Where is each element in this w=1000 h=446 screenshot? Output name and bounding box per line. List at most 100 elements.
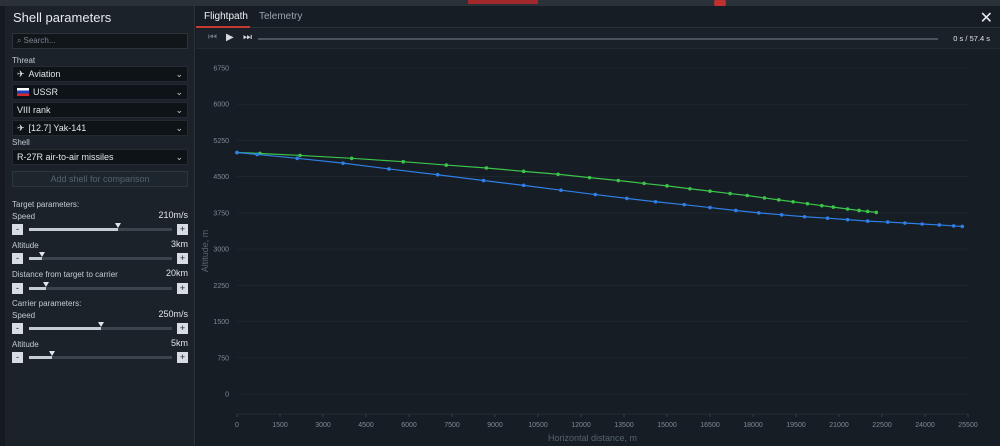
slider-handle[interactable] xyxy=(43,282,50,287)
data-point xyxy=(845,217,850,222)
slider-handle[interactable] xyxy=(114,223,121,228)
x-tick-label: 21000 xyxy=(829,422,849,429)
x-tick-label: 25500 xyxy=(958,422,978,429)
play-icon[interactable]: ▶ xyxy=(226,32,234,43)
target-altitude-plus-button[interactable]: + xyxy=(177,253,188,264)
carrier-speed-slider[interactable] xyxy=(29,322,172,330)
time-total: 57.4 s xyxy=(969,34,990,43)
vehicle-value: [12.7] Yak-141 xyxy=(28,123,87,133)
data-point xyxy=(845,207,850,211)
data-point xyxy=(805,201,810,206)
x-tick-label: 22500 xyxy=(872,422,892,429)
chevron-down-icon: ⌄ xyxy=(175,105,183,115)
x-tick-label: 7500 xyxy=(444,422,460,429)
carrier-speed-label: Speed xyxy=(12,311,36,320)
search-icon: ⌕ xyxy=(17,36,22,45)
slider-handle[interactable] xyxy=(97,322,104,327)
shell-label: Shell xyxy=(12,138,30,147)
data-point xyxy=(387,167,391,171)
data-point xyxy=(825,216,830,221)
target-altitude-label: Altitude xyxy=(12,241,39,250)
carrier-params-label: Carrier parameters: xyxy=(12,299,82,308)
data-point xyxy=(874,210,879,215)
shell-parameters-panel: Shell parameters ⌕ Search... Threat ✈ Avia… xyxy=(5,6,195,446)
search-placeholder: Search... xyxy=(23,36,56,45)
x-tick-label: 13500 xyxy=(614,422,634,429)
y-tick-label: 6750 xyxy=(213,66,229,73)
data-point xyxy=(349,156,354,161)
data-point xyxy=(401,159,406,164)
distance-plus-button[interactable]: + xyxy=(177,283,188,294)
add-shell-button[interactable]: Add shell for comparison xyxy=(12,171,188,187)
shell-select[interactable]: R-27R air-to-air missiles ⌄ xyxy=(12,149,188,165)
tab-flightpath[interactable]: Flightpath xyxy=(204,11,248,22)
slider-handle[interactable] xyxy=(48,351,55,356)
target-altitude-value: 3km xyxy=(170,239,188,249)
data-point xyxy=(885,220,890,224)
data-point xyxy=(481,178,486,183)
data-point xyxy=(779,213,784,217)
distance-label: Distance from target to carrier xyxy=(12,270,118,279)
vehicle-select[interactable]: ✈ [12.7] Yak-141 ⌄ xyxy=(12,120,188,136)
carrier-speed-minus-button[interactable]: - xyxy=(12,323,23,334)
data-point xyxy=(559,188,563,192)
search-input[interactable]: ⌕ Search... xyxy=(12,33,188,49)
x-tick-label: 3000 xyxy=(315,422,331,429)
x-tick-label: 10500 xyxy=(528,422,548,429)
nation-value: USSR xyxy=(33,87,59,97)
carrier-speed-plus-button[interactable]: + xyxy=(177,323,188,334)
app-window: Shell parameters ⌕ Search... Threat ✈ Avia… xyxy=(0,0,1000,446)
carrier-altitude-plus-button[interactable]: + xyxy=(177,352,188,363)
rank-value: VIII rank xyxy=(17,105,51,115)
ussr-flag-icon xyxy=(17,88,29,96)
y-tick-label: 5250 xyxy=(213,138,229,145)
target-speed-plus-button[interactable]: + xyxy=(177,224,188,235)
data-point xyxy=(708,189,712,193)
timeline-scrubber[interactable] xyxy=(258,38,938,40)
chevron-down-icon: ⌄ xyxy=(175,69,183,79)
data-point xyxy=(802,214,807,219)
data-point xyxy=(593,192,598,197)
target-altitude-minus-button[interactable]: - xyxy=(12,253,23,264)
data-point xyxy=(903,221,907,225)
x-tick-label: 19500 xyxy=(786,422,806,429)
data-point xyxy=(235,150,239,155)
data-point xyxy=(665,184,669,188)
tab-telemetry[interactable]: Telemetry xyxy=(259,11,302,22)
data-point xyxy=(521,169,526,174)
target-speed-minus-button[interactable]: - xyxy=(12,224,23,235)
data-point xyxy=(820,203,824,208)
data-point xyxy=(587,175,592,180)
x-tick-label: 18000 xyxy=(743,422,763,429)
target-params-label: Target parameters: xyxy=(12,200,80,209)
x-tick-label: 16500 xyxy=(700,422,720,429)
distance-slider[interactable] xyxy=(29,282,172,290)
carrier-altitude-minus-button[interactable]: - xyxy=(12,352,23,363)
distance-minus-button[interactable]: - xyxy=(12,283,23,294)
nation-select[interactable]: USSR ⌄ xyxy=(12,84,188,100)
top-red-tab[interactable] xyxy=(468,0,538,4)
target-altitude-slider[interactable] xyxy=(29,252,172,260)
slider-handle[interactable] xyxy=(38,252,45,257)
x-tick-label: 15000 xyxy=(657,422,677,429)
y-tick-label: 6000 xyxy=(213,102,229,109)
data-point xyxy=(616,178,621,183)
active-tab-indicator xyxy=(196,26,250,28)
target-speed-slider[interactable] xyxy=(29,223,172,231)
data-point xyxy=(682,202,686,207)
x-tick-label: 6000 xyxy=(401,422,417,429)
y-tick-label: 4500 xyxy=(213,174,229,181)
rank-select[interactable]: VIII rank ⌄ xyxy=(12,102,188,118)
tab-bar: Flightpath Telemetry ✕ xyxy=(196,6,1000,28)
data-point xyxy=(734,208,738,213)
threat-type-select[interactable]: ✈ Aviation ⌄ xyxy=(12,66,188,82)
carrier-altitude-slider[interactable] xyxy=(29,351,172,359)
x-tick-label: 4500 xyxy=(358,422,374,429)
data-point xyxy=(960,224,965,229)
skip-forward-icon[interactable]: ⏭ xyxy=(243,32,252,43)
time-separator: / xyxy=(965,34,968,43)
skip-back-icon[interactable]: ⏮ xyxy=(208,32,217,43)
data-point xyxy=(521,183,526,188)
close-icon[interactable]: ✕ xyxy=(980,8,993,28)
x-tick-label: 0 xyxy=(235,422,239,429)
